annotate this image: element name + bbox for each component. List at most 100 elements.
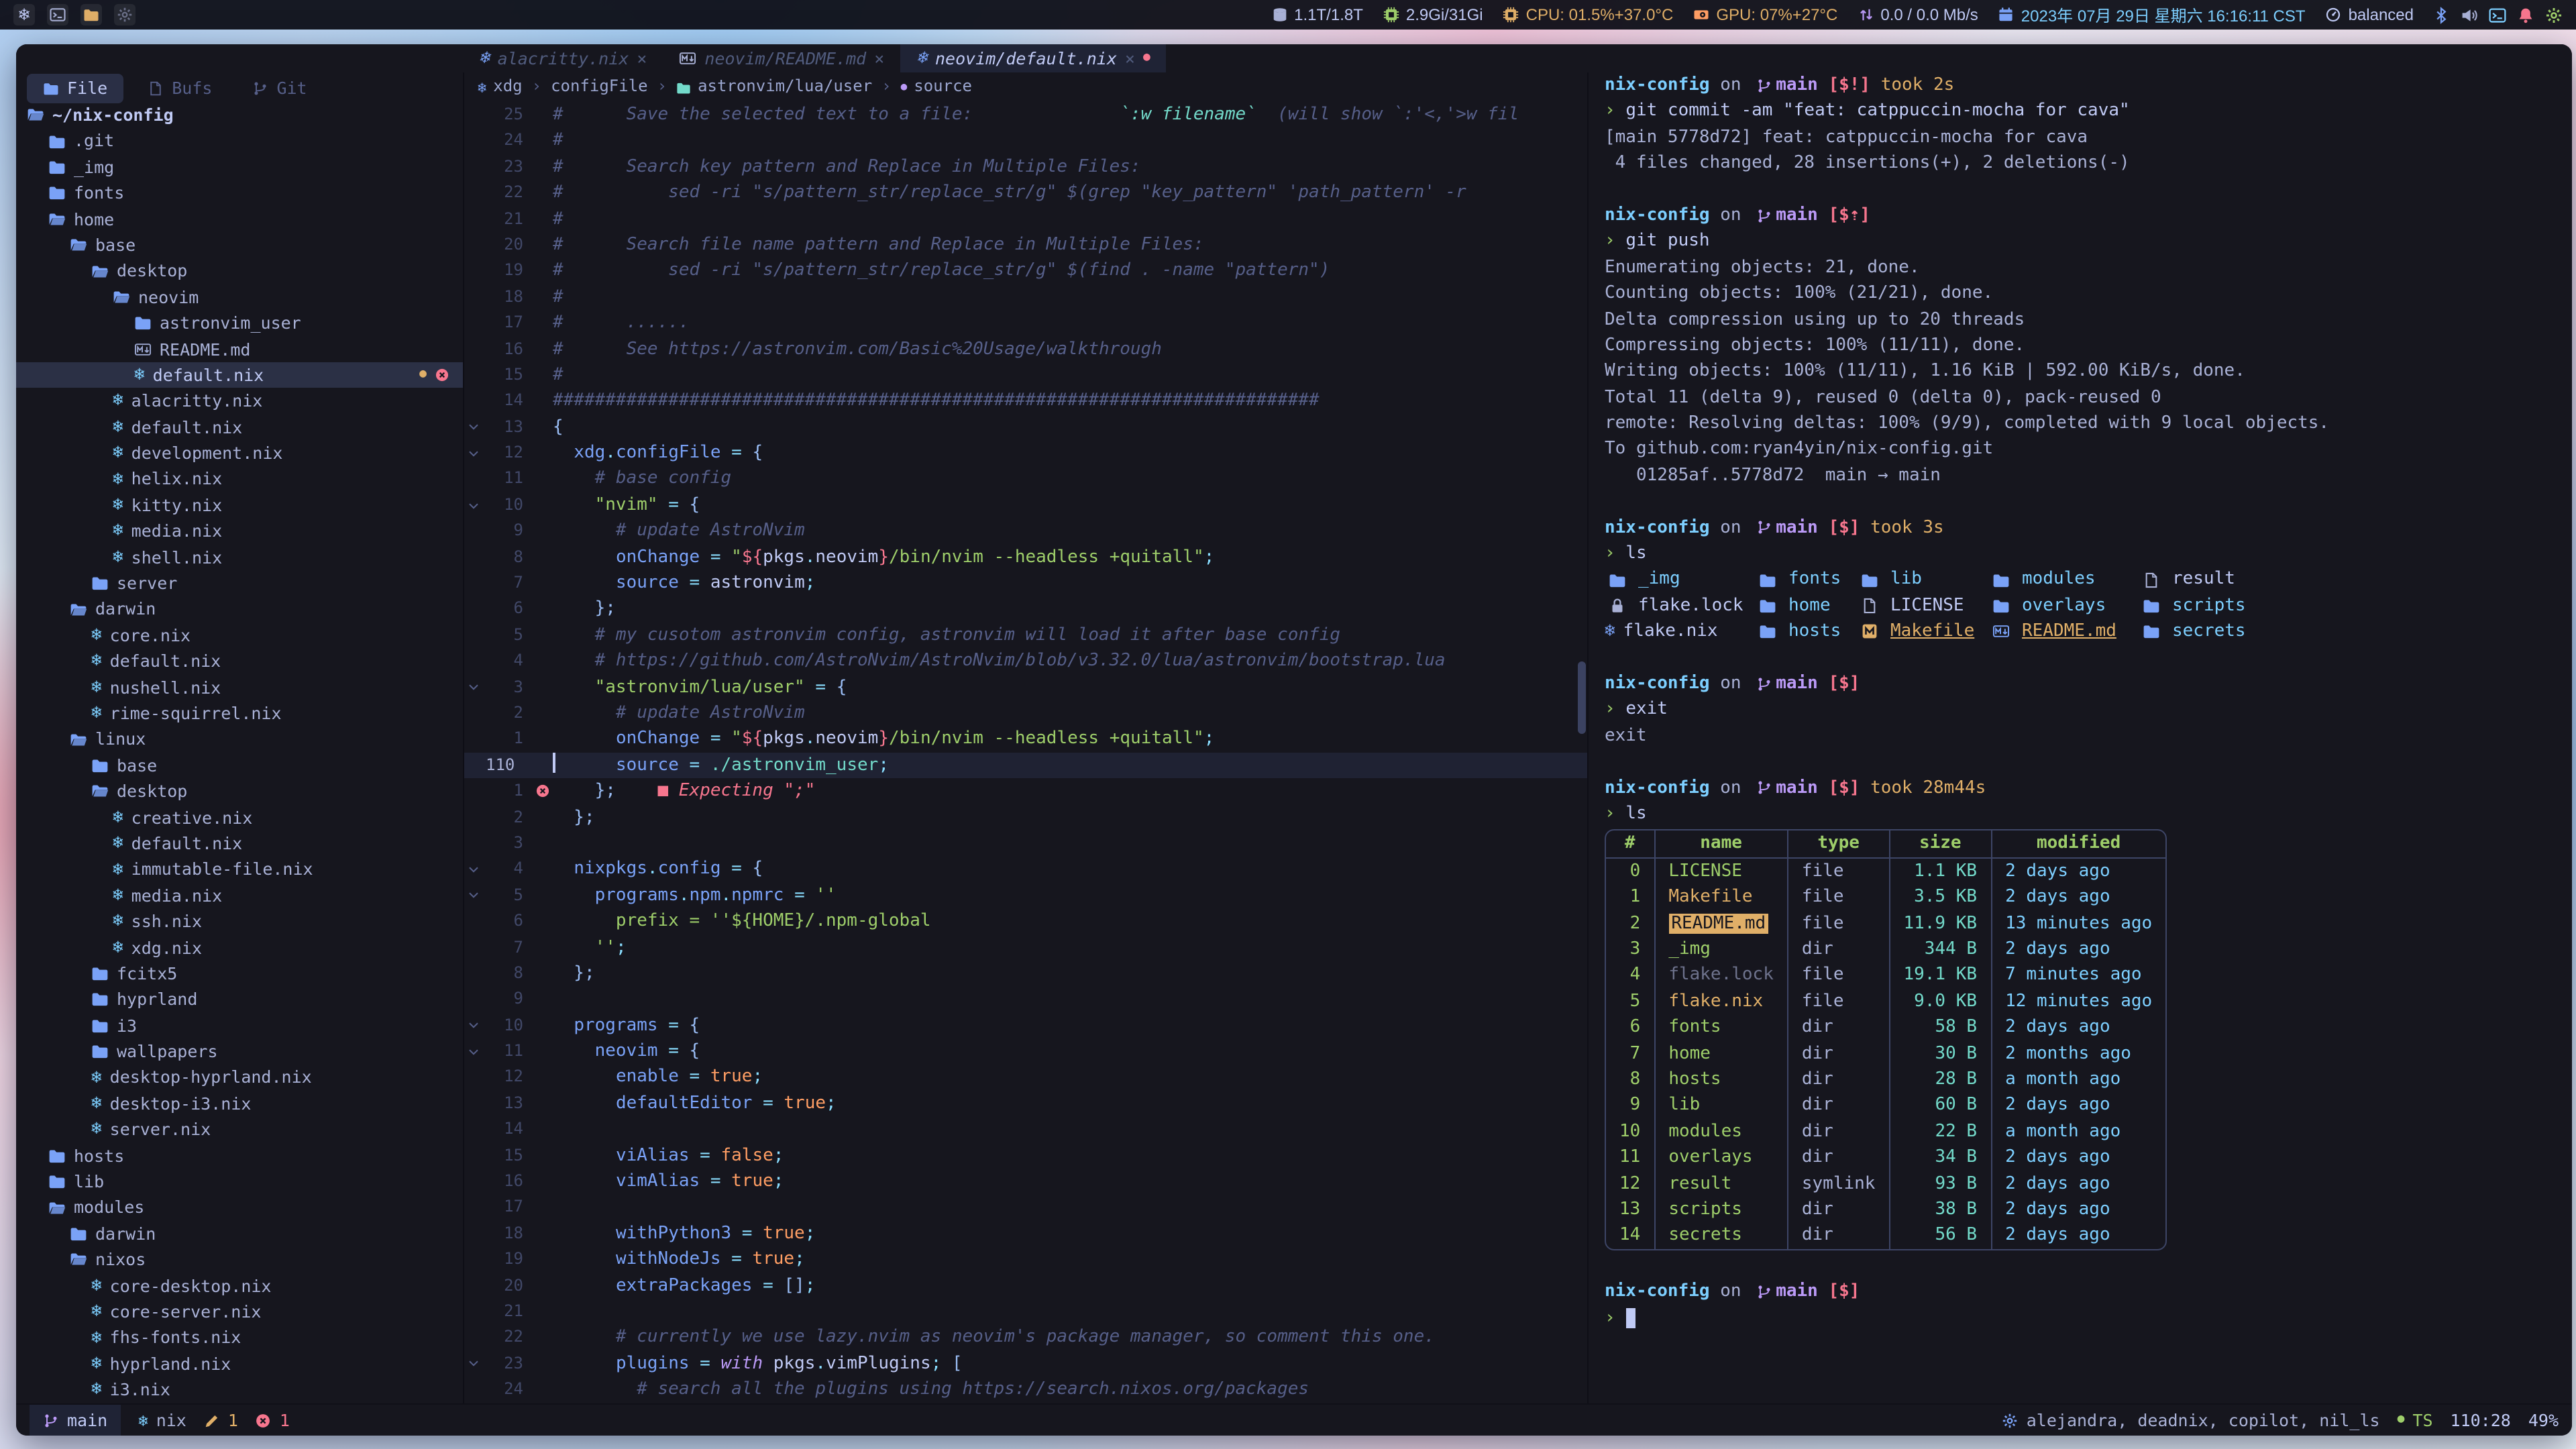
tree-item-server.nix[interactable]: ❄server.nix (16, 1116, 463, 1142)
table-row[interactable]: 0LICENSEfile1.1 KB2 days ago (1606, 858, 2165, 884)
ls-entry-flake.lock[interactable]: flake.lock (1605, 593, 1755, 619)
tree-item-alacritty.nix[interactable]: ❄alacritty.nix (16, 388, 463, 415)
code-line[interactable]: 6 }; (464, 596, 1587, 623)
tree-item-nixos[interactable]: nixos (16, 1246, 463, 1273)
code-line[interactable]: 13 defaultEditor = true; (464, 1091, 1587, 1117)
code-line[interactable]: 7 source = astronvim; (464, 570, 1587, 596)
tree-item-server[interactable]: server (16, 570, 463, 596)
volume-icon[interactable] (2461, 6, 2478, 23)
table-row[interactable]: 1Makefilefile3.5 KB2 days ago (1606, 884, 2165, 910)
editor-scrollbar[interactable] (1578, 102, 1586, 1403)
ls-entry-lib[interactable]: lib (1857, 567, 1988, 593)
tree-item-kitty.nix[interactable]: ❄kitty.nix (16, 492, 463, 519)
code-line[interactable]: 4 nixpkgs.config = { (464, 857, 1587, 883)
code-line[interactable]: 18# (464, 284, 1587, 310)
systray-settings-icon[interactable] (2545, 6, 2563, 23)
ls-entry-hosts[interactable]: hosts (1755, 619, 1857, 645)
fold-icon[interactable] (464, 889, 483, 902)
code-line[interactable]: 22 # currently we use lazy.nvim as neovi… (464, 1325, 1587, 1351)
tree-item-fcitx5[interactable]: fcitx5 (16, 961, 463, 987)
table-row[interactable]: 13scriptsdir38 B2 days ago (1606, 1197, 2165, 1223)
tree-item-media.nix[interactable]: ❄media.nix (16, 882, 463, 908)
table-row[interactable]: 8hostsdir28 Ba month ago (1606, 1067, 2165, 1093)
breadcrumb-item[interactable]: ❄xdg (478, 74, 523, 101)
tree-item-i3.nix[interactable]: ❄i3.nix (16, 1377, 463, 1403)
tree-item-home[interactable]: home (16, 206, 463, 232)
fold-icon[interactable] (464, 1019, 483, 1032)
code-line[interactable]: 16# See https://astronvim.com/Basic%20Us… (464, 336, 1587, 362)
ls-entry-overlays[interactable]: overlays (1988, 593, 2139, 619)
table-row[interactable]: 7homedir30 B2 months ago (1606, 1040, 2165, 1067)
tree-item-immutable-file.nix[interactable]: ❄immutable-file.nix (16, 857, 463, 883)
code-line[interactable]: 10 "nvim" = { (464, 492, 1587, 519)
ls-entry-Makefile[interactable]: Makefile (1857, 619, 1988, 645)
tree-item-linux[interactable]: linux (16, 727, 463, 753)
tree-item-darwin[interactable]: darwin (16, 1221, 463, 1247)
tree-item-ssh.nix[interactable]: ❄ssh.nix (16, 908, 463, 934)
code-line[interactable]: 10 programs = { (464, 1012, 1587, 1038)
code-line[interactable]: 24 # search all the plugins using https:… (464, 1377, 1587, 1403)
tree-item-lib[interactable]: lib (16, 1169, 463, 1195)
code-line[interactable]: 4 # https://github.com/AstroNvim/AstroNv… (464, 648, 1587, 674)
launcher-icon[interactable]: ❄ (13, 4, 35, 25)
bluetooth-icon[interactable] (2432, 6, 2450, 23)
code-line[interactable]: 14 (464, 1116, 1587, 1142)
code-line[interactable]: 18 withPython3 = true; (464, 1221, 1587, 1247)
code-line[interactable]: 7 ''; (464, 934, 1587, 961)
buffer-tab-neovim/default.nix[interactable]: ❄neovim/default.nix×● (900, 44, 1167, 72)
table-row[interactable]: 12resultsymlink93 B2 days ago (1606, 1171, 2165, 1197)
code-line[interactable]: 11 neovim = { (464, 1038, 1587, 1065)
breadcrumb-item[interactable]: ●source (901, 74, 972, 101)
ls-entry-LICENSE[interactable]: LICENSE (1857, 593, 1988, 619)
fold-icon[interactable] (464, 447, 483, 460)
ls-entry-fonts[interactable]: fonts (1755, 567, 1857, 593)
table-row[interactable]: 4flake.lockfile19.1 KB7 minutes ago (1606, 963, 2165, 989)
tree-item-desktop[interactable]: desktop (16, 258, 463, 284)
terminal-pane[interactable]: nix-config on main [$!] took 2s› git com… (1589, 72, 2572, 1403)
tree-item-desktop-i3.nix[interactable]: ❄desktop-i3.nix (16, 1091, 463, 1117)
code-line[interactable]: 9 (464, 987, 1587, 1013)
notification-icon[interactable] (2517, 6, 2534, 23)
tree-item-default.nix[interactable]: ❄default.nix● (16, 362, 463, 388)
tree-item-shell.nix[interactable]: ❄shell.nix (16, 544, 463, 570)
table-row[interactable]: 11overlaysdir34 B2 days ago (1606, 1144, 2165, 1171)
code-line[interactable]: 21 (464, 1299, 1587, 1325)
tree-item-darwin[interactable]: darwin (16, 596, 463, 623)
tree-item-.git[interactable]: .git (16, 128, 463, 154)
tree-item-media.nix[interactable]: ❄media.nix (16, 519, 463, 545)
code-line[interactable]: 22# sed -ri "s/pattern_str/replace_str/g… (464, 180, 1587, 206)
code-line[interactable]: 8 }; (464, 961, 1587, 987)
code-line[interactable]: 1 onChange = "${pkgs.neovim}/bin/nvim --… (464, 727, 1587, 753)
ls-entry-_img[interactable]: _img (1605, 567, 1755, 593)
fold-icon[interactable] (464, 1045, 483, 1059)
tree-item-_img[interactable]: _img (16, 154, 463, 180)
code-line[interactable]: 23 plugins = with pkgs.vimPlugins; [ (464, 1351, 1587, 1377)
fold-icon[interactable] (464, 421, 483, 434)
tree-item-development.nix[interactable]: ❄development.nix (16, 440, 463, 466)
tree-item-i3[interactable]: i3 (16, 1012, 463, 1038)
code-line[interactable]: 12 xdg.configFile = { (464, 440, 1587, 466)
tree-item-core-server.nix[interactable]: ❄core-server.nix (16, 1299, 463, 1325)
tree-item-neovim[interactable]: neovim (16, 284, 463, 310)
ls-entry-modules[interactable]: modules (1988, 567, 2139, 593)
buffer-tab-neovim/README.md[interactable]: neovim/README.md× (663, 44, 900, 72)
code-line[interactable]: 19# sed -ri "s/pattern_str/replace_str/g… (464, 258, 1587, 284)
code-line[interactable]: 15 viAlias = false; (464, 1142, 1587, 1169)
code-line[interactable]: 23# Search key pattern and Replace in Mu… (464, 154, 1587, 180)
code-line[interactable]: 14######################################… (464, 388, 1587, 415)
tree-item-default.nix[interactable]: ❄default.nix (16, 414, 463, 440)
tree-item-nushell.nix[interactable]: ❄nushell.nix (16, 674, 463, 700)
code-line[interactable]: 15# (464, 362, 1587, 388)
tree-item-desktop-hyprland.nix[interactable]: ❄desktop-hyprland.nix (16, 1065, 463, 1091)
tree-item-default.nix[interactable]: ❄default.nix (16, 648, 463, 674)
table-row[interactable]: 10modulesdir22 Ba month ago (1606, 1119, 2165, 1145)
code-line[interactable]: 1 }; ■ Expecting ";" (464, 778, 1587, 804)
tree-item-fhs-fonts.nix[interactable]: ❄fhs-fonts.nix (16, 1325, 463, 1351)
tree-item-core-desktop.nix[interactable]: ❄core-desktop.nix (16, 1273, 463, 1299)
tree-item-base[interactable]: base (16, 753, 463, 779)
code-line[interactable]: 3 "astronvim/lua/user" = { (464, 674, 1587, 700)
code-line[interactable]: 5 programs.npm.npmrc = '' (464, 882, 1587, 908)
tree-item-default.nix[interactable]: ❄default.nix (16, 830, 463, 857)
tree-item-base[interactable]: base (16, 232, 463, 258)
tree-item-xdg.nix[interactable]: ❄xdg.nix (16, 934, 463, 961)
